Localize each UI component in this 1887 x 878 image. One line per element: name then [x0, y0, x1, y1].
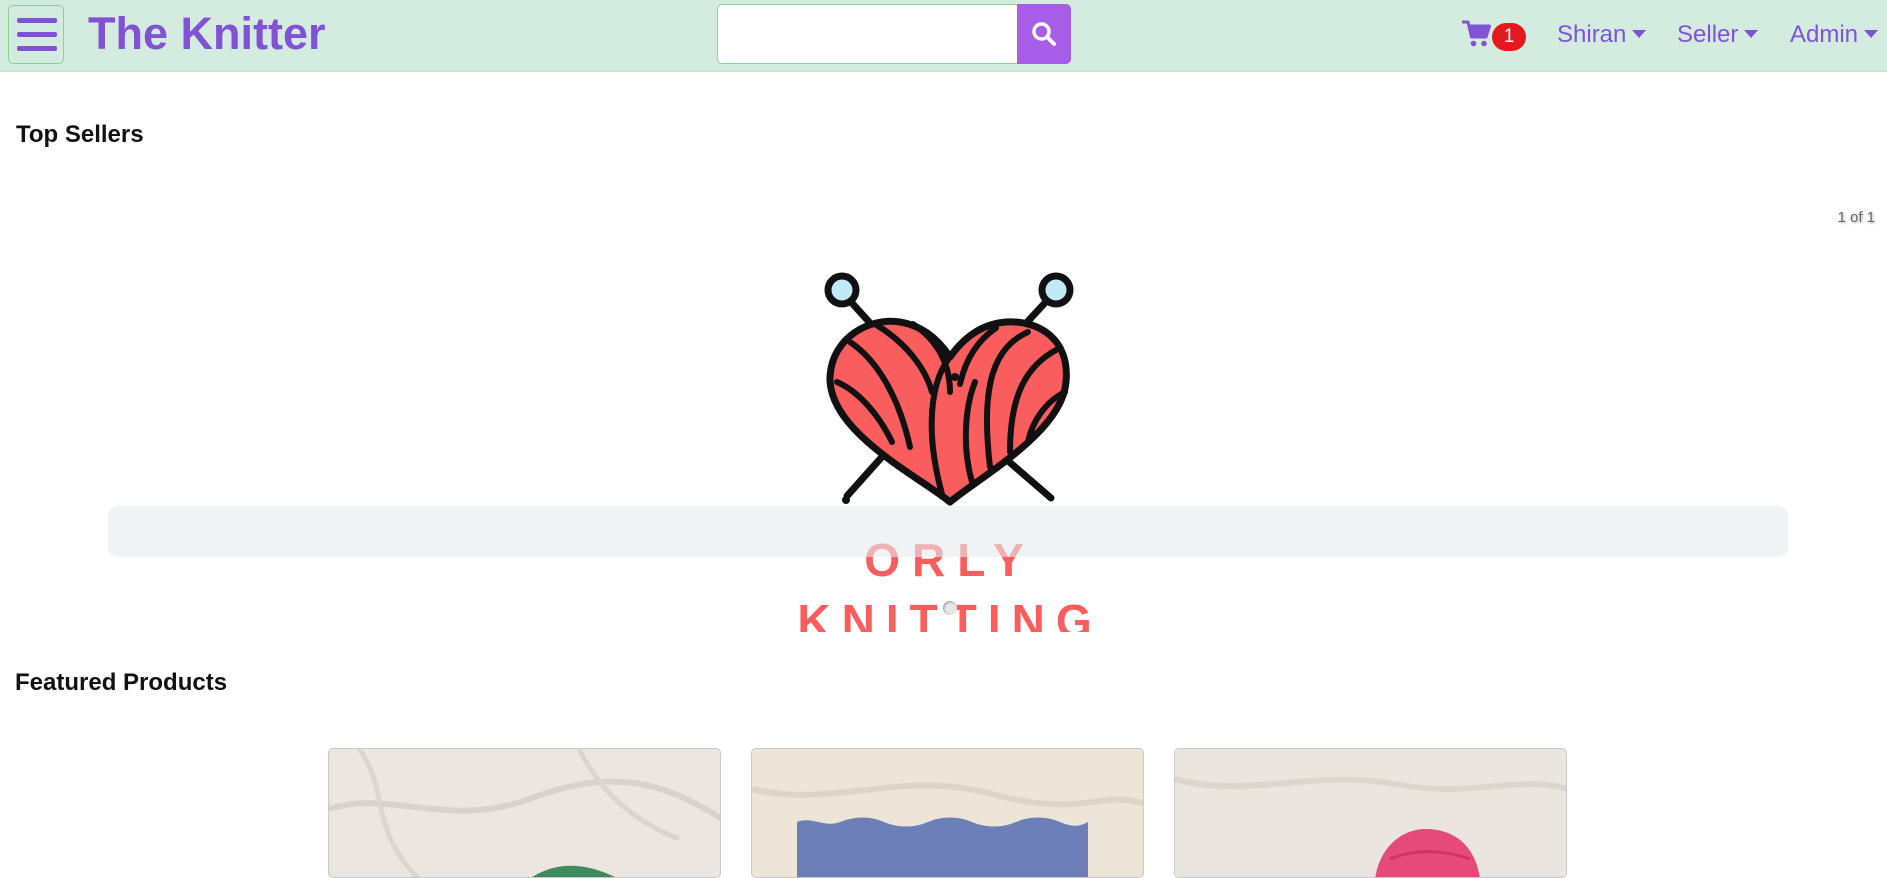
- top-sellers-carousel: 1 of 1 ORLY: [0, 200, 1887, 647]
- product-image: [329, 749, 720, 877]
- product-image: [752, 749, 1143, 877]
- carousel-indicator-dot[interactable]: [943, 601, 957, 615]
- admin-dropdown[interactable]: Admin: [1790, 18, 1879, 52]
- brand-logo-link[interactable]: The Knitter: [88, 6, 326, 62]
- hamburger-icon-bar: [17, 46, 57, 51]
- admin-dropdown-label: Admin: [1790, 21, 1859, 48]
- featured-products-heading: Featured Products: [15, 669, 228, 696]
- user-dropdown[interactable]: Shiran: [1557, 18, 1647, 52]
- seller-dropdown[interactable]: Seller: [1677, 18, 1759, 52]
- yarn-heart-logo-icon: ORLY KNITTING: [797, 272, 1092, 647]
- caret-down-icon: [1864, 29, 1879, 38]
- shopping-cart-icon: [1462, 20, 1491, 47]
- top-sellers-heading: Top Sellers: [16, 121, 144, 148]
- product-card[interactable]: [751, 748, 1144, 878]
- search-button[interactable]: [1017, 4, 1071, 64]
- caret-down-icon: [1744, 29, 1759, 38]
- carousel-caption: [108, 506, 1788, 557]
- menu-toggle-button[interactable]: [8, 5, 64, 64]
- product-image: [1175, 749, 1566, 877]
- seller-logo-orly-knitting[interactable]: ORLY KNITTING: [797, 232, 1100, 647]
- carousel-slide-counter: 1 of 1: [1837, 209, 1875, 226]
- hamburger-icon-bar: [17, 32, 57, 37]
- caret-down-icon: [1632, 29, 1647, 38]
- product-card[interactable]: [1174, 748, 1567, 878]
- navbar: The Knitter 1 Shiran Seller Admin: [0, 0, 1887, 72]
- product-card[interactable]: [328, 748, 721, 878]
- search-icon: [1032, 22, 1056, 46]
- hamburger-icon: [17, 18, 57, 23]
- seller-dropdown-label: Seller: [1677, 21, 1739, 48]
- search-input[interactable]: [717, 4, 1017, 64]
- cart-button[interactable]: 1: [1462, 18, 1530, 54]
- cart-count-badge: 1: [1492, 23, 1526, 51]
- user-dropdown-label: Shiran: [1557, 21, 1627, 48]
